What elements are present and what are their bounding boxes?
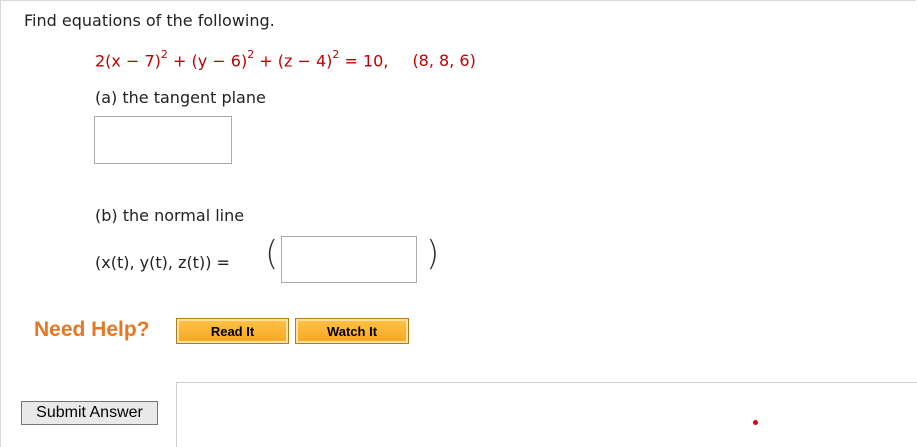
read-it-button[interactable]: Read It (176, 318, 289, 344)
equation-term-z: + (z − 4) (254, 51, 333, 71)
surface-equation: 2(x − 7)2 + (y − 6)2 + (z − 4)2 = 10, (8,… (95, 48, 476, 71)
exponent-x: 2 (160, 48, 168, 61)
submit-divider-horizontal (176, 382, 917, 383)
equation-term-y: + (y − 6) (167, 51, 248, 71)
normal-line-input[interactable] (281, 236, 417, 283)
submit-answer-button[interactable]: Submit Answer (21, 401, 158, 425)
equation-rhs: = 10, (339, 51, 389, 71)
parametric-label: (x(t), y(t), z(t)) = (95, 253, 230, 272)
watch-it-button[interactable]: Watch It (295, 318, 409, 344)
given-point: (8, 8, 6) (412, 51, 476, 71)
part-b-label: (b) the normal line (95, 206, 245, 225)
close-paren: ) (426, 234, 440, 274)
open-paren: ( (265, 234, 279, 274)
need-help-label: Need Help? (34, 318, 150, 341)
status-dot (753, 420, 758, 425)
tangent-plane-input[interactable] (94, 116, 232, 164)
exponent-z: 2 (332, 48, 340, 61)
submit-divider-vertical (176, 382, 177, 447)
part-a-label: (a) the tangent plane (95, 88, 266, 107)
question-prompt: Find equations of the following. (24, 11, 275, 30)
exponent-y: 2 (247, 48, 255, 61)
equation-term-x: 2(x − 7) (95, 51, 161, 71)
